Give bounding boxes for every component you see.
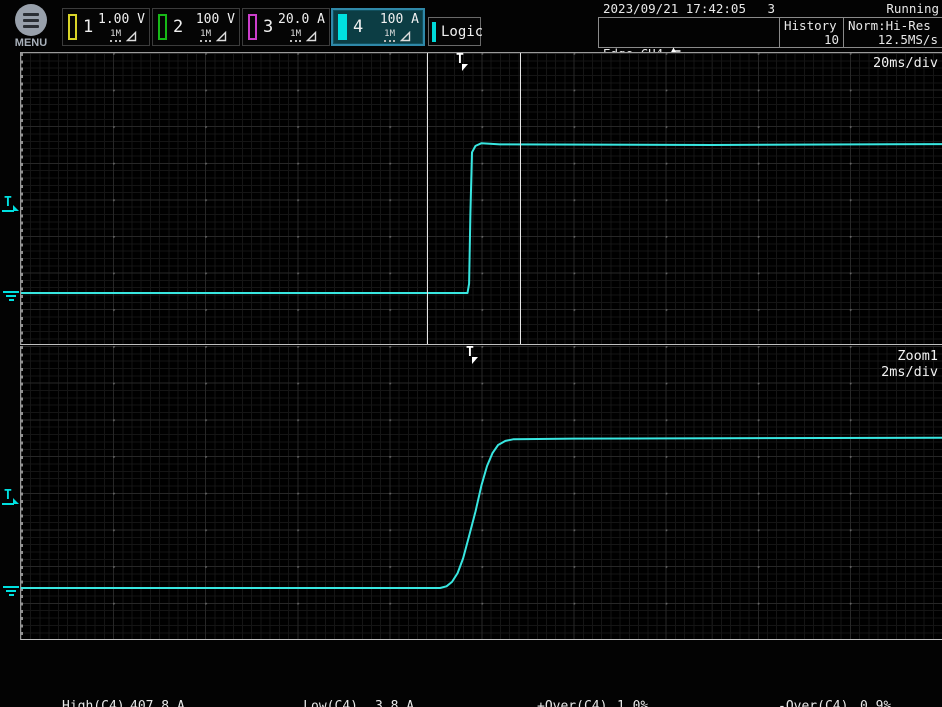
trigger-level-marker-zoom[interactable]: T [2, 489, 20, 502]
channel-1-scale: 1.00 V [98, 13, 145, 27]
channel-2-scale: 100 V [196, 13, 235, 27]
trigger-position-marker-main[interactable]: T [456, 54, 470, 70]
measurement-readout-bar: High(C4)407.8 A Rise(C4)0.86832ms Low(C4… [0, 664, 942, 707]
channel-4-color-bar [338, 14, 347, 40]
nover-value: 0.9% [860, 700, 891, 707]
record-cell[interactable]: Norm:Hi-Res 12.5MS/s [843, 18, 942, 47]
logic-color-bar [432, 22, 436, 42]
main-waveform-window[interactable]: T 20ms/div [20, 52, 942, 345]
sample-rate: 12.5MS/s [878, 32, 938, 47]
datetime: 2023/09/21 17:42:05 [603, 1, 746, 16]
trigger-position-marker-zoom[interactable]: T [466, 347, 480, 363]
menu-button[interactable]: MENU [8, 2, 54, 49]
zoom-title: Zoom1 [881, 348, 938, 364]
logic-label: Logic [441, 24, 483, 40]
main-timebase-label: 20ms/div [873, 55, 938, 71]
channel-4-box[interactable]: 4 100 A 1M [331, 8, 425, 46]
channel-3-color-bar [248, 14, 257, 40]
measurement-high-rise: High(C4)407.8 A Rise(C4)0.86832ms [62, 672, 200, 707]
logic-channel-box[interactable]: Logic [428, 17, 481, 46]
zoom-region-right-line[interactable] [520, 53, 521, 344]
history-label: History [784, 19, 839, 33]
ground-level-marker-zoom[interactable] [2, 586, 20, 598]
measurement-pos-overshoot: +Over(C4)1.0% [537, 672, 648, 707]
impedance-1m-icon: 1M [110, 29, 121, 42]
channel-3-box[interactable]: 3 20.0 A 1M [242, 8, 330, 46]
ground-level-marker-main[interactable] [2, 291, 20, 303]
trigger-settings-cell[interactable]: Edge CH4 Normal 213 A [599, 18, 779, 47]
status-block: 2023/09/21 17:42:05 3 Running Edge CH4 N… [598, 0, 942, 48]
history-value: 10 [824, 32, 839, 47]
impedance-1m-icon: 1M [384, 29, 395, 42]
menu-button-label: MENU [8, 37, 54, 49]
impedance-1m-icon: 1M [200, 29, 211, 42]
history-cell[interactable]: History 10 [779, 18, 843, 47]
high-value: 407.8 A [130, 700, 185, 707]
probe-icon [216, 31, 227, 42]
channel-1-number: 1 [83, 17, 97, 37]
impedance-1m-icon: 1M [290, 29, 301, 42]
zoom-region-left-line[interactable] [427, 53, 428, 344]
hamburger-menu-icon [15, 4, 47, 36]
channel-2-number: 2 [173, 17, 187, 37]
pover-label: +Over(C4) [537, 700, 617, 707]
record-mode: Norm:Hi-Res [848, 19, 938, 33]
run-state: Running [886, 1, 939, 16]
zoom-window-label: Zoom1 2ms/div [881, 348, 938, 380]
channel-3-scale: 20.0 A [278, 13, 325, 27]
measurement-low-fall: Low(C4)3.8 A Fall(C4)****** [288, 672, 422, 707]
channel-2-color-bar [158, 14, 167, 40]
low-value: 3.8 A [375, 700, 414, 707]
channel-4-scale: 100 A [380, 13, 419, 27]
high-label: High(C4) [62, 700, 130, 707]
pover-value: 1.0% [617, 700, 648, 707]
trigger-level-marker-main[interactable]: T [2, 196, 20, 209]
waveform-ch4-zoom [21, 346, 942, 639]
channel-1-box[interactable]: 1 1.00 V 1M [62, 8, 150, 46]
acquisition-count: 3 [767, 1, 775, 16]
oscilloscope-screen: MENU 1 1.00 V 1M 2 100 V 1M 3 20.0 A [0, 0, 942, 707]
zoom-timebase-label: 2ms/div [881, 364, 938, 380]
nover-label: -Over(C4) [778, 700, 860, 707]
channel-3-number: 3 [263, 17, 277, 37]
channel-1-color-bar [68, 14, 77, 40]
waveform-ch4-main [21, 53, 942, 345]
zoom-waveform-window[interactable]: T Zoom1 2ms/div [20, 346, 942, 640]
status-row-top: 2023/09/21 17:42:05 3 Running [598, 0, 942, 17]
probe-icon [126, 31, 137, 42]
probe-icon [400, 31, 411, 42]
measurement-neg-overshoot: -Over(C4)0.9% [778, 672, 891, 707]
channel-2-box[interactable]: 2 100 V 1M [152, 8, 240, 46]
low-label: Low(C4) [288, 700, 358, 707]
probe-icon [306, 31, 317, 42]
channel-4-number: 4 [353, 17, 367, 37]
